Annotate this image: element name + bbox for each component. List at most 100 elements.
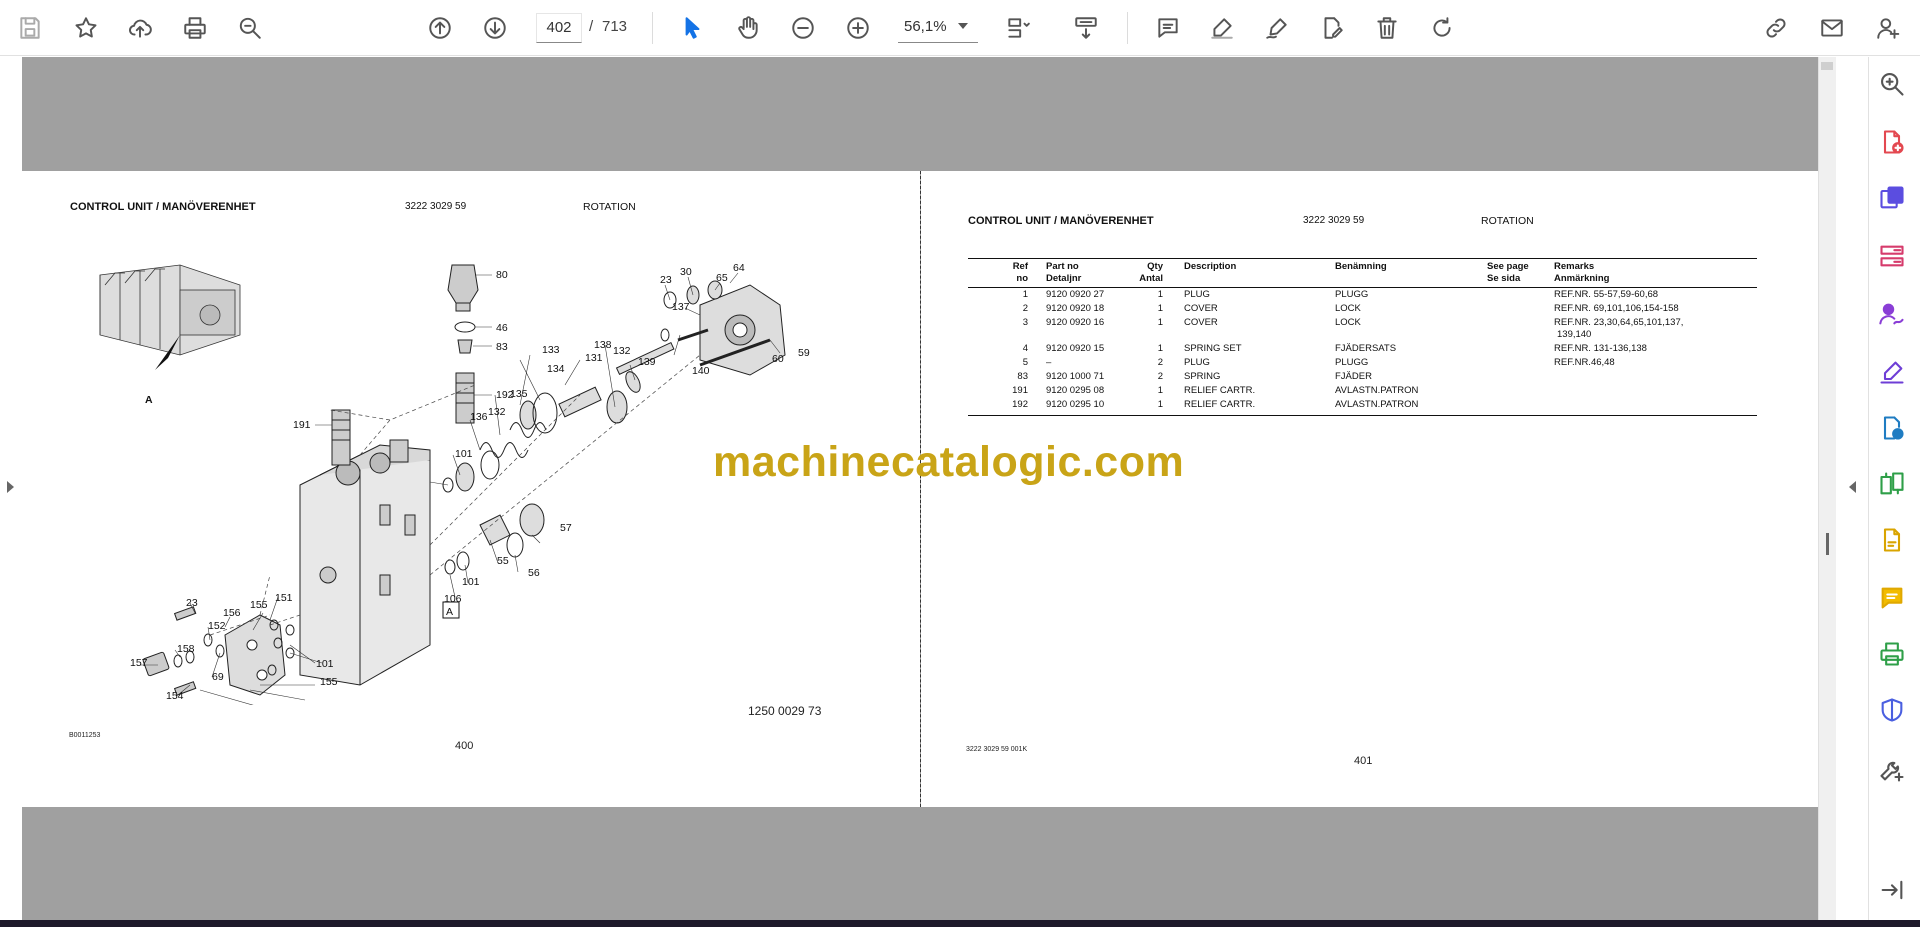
draw-icon[interactable]	[1259, 10, 1295, 46]
cell-desc: PLUG	[1184, 357, 1210, 368]
callout-label: 138	[594, 339, 612, 351]
fill-sign-icon[interactable]	[1874, 354, 1910, 390]
table-bottom-rule	[968, 415, 1757, 416]
organize-pages-icon[interactable]	[1874, 238, 1910, 274]
cell-rem: REF.NR. 23,30,64,65,101,137,	[1554, 317, 1684, 328]
callout-label: 155	[320, 676, 338, 688]
scroll-mode-icon[interactable]	[1068, 10, 1104, 46]
header-benamning: Benämning	[1335, 261, 1387, 272]
left-page-part-no: 3222 3029 59	[405, 201, 467, 212]
fit-page-icon[interactable]	[1000, 10, 1036, 46]
send-file-icon[interactable]	[1874, 410, 1910, 446]
left-page-number: 400	[455, 740, 474, 752]
callout-label: 139	[638, 356, 656, 368]
header-part-no: Part no Detaljnr	[1046, 261, 1082, 284]
save-icon[interactable]	[12, 10, 48, 46]
export-pdf-icon[interactable]	[1874, 180, 1910, 216]
table-row: 2 9120 0920 18 1 COVER LOCK REF.NR. 69,101,10…	[968, 302, 1757, 316]
valve-block	[299, 439, 431, 686]
rotate-icon[interactable]	[1424, 10, 1460, 46]
cell-rem: REF.NR. 55-57,59-60,68	[1554, 289, 1659, 300]
page-up-icon[interactable]	[422, 10, 458, 46]
chevron-down-icon[interactable]	[958, 23, 968, 29]
watermark: machinecatalogic.com	[713, 438, 1185, 486]
view-a-box-label: A	[446, 606, 453, 618]
header-see-page: See page Se sida	[1487, 261, 1529, 284]
zoom-search-icon[interactable]	[232, 10, 268, 46]
callout-label: 56	[528, 567, 540, 579]
taskbar-strip	[0, 920, 1920, 927]
cell-part: 9120 0295 08	[1046, 385, 1105, 396]
cell-ref: 191	[1012, 385, 1028, 396]
collapse-panel-icon[interactable]	[1874, 872, 1910, 908]
cell-qty: 1	[1157, 343, 1163, 354]
share-link-icon[interactable]	[1758, 10, 1794, 46]
cell-ben: PLUGG	[1335, 357, 1369, 368]
print-production-icon[interactable]	[1874, 636, 1910, 672]
panel-splitter[interactable]	[1826, 533, 1829, 555]
mail-icon[interactable]	[1814, 10, 1850, 46]
table-row: 191 9120 0295 08 1 RELIEF CARTR. AVLASTN.PAT…	[968, 384, 1757, 398]
callout-label: 64	[733, 262, 745, 274]
callout-label: 60	[772, 353, 784, 365]
callout-label: 59	[798, 347, 810, 359]
zoom-in-icon[interactable]	[840, 10, 876, 46]
add-user-icon[interactable]	[1870, 10, 1906, 46]
callout-label: 23	[186, 597, 198, 609]
more-tools-icon[interactable]	[1874, 752, 1910, 788]
callout-label: 69	[212, 671, 224, 683]
cell-part: 9120 0295 10	[1046, 399, 1105, 410]
request-signature-icon[interactable]	[1874, 296, 1910, 332]
zoom-out-icon[interactable]	[785, 10, 821, 46]
page-number-input[interactable]: 402	[536, 13, 582, 43]
protect-icon[interactable]	[1874, 692, 1910, 728]
highlight-icon[interactable]	[1204, 10, 1240, 46]
cell-ben: FJÄDERSATS	[1335, 343, 1397, 354]
callout-label: 151	[275, 592, 293, 604]
callout-label: 55	[497, 555, 509, 567]
cell-ben: FJÄDER	[1335, 371, 1372, 382]
cell-qty: 1	[1157, 385, 1163, 396]
scrollbar-thumb[interactable]	[1821, 62, 1833, 70]
cell-ben: PLUGG	[1335, 289, 1369, 300]
page-down-icon[interactable]	[477, 10, 513, 46]
edit-pdf-icon[interactable]	[1874, 522, 1910, 558]
cell-qty: 2	[1157, 357, 1163, 368]
left-page-title: CONTROL UNIT / MANÖVERENHET	[70, 201, 256, 213]
cell-desc: PLUG	[1184, 289, 1210, 300]
callout-label: 80	[496, 269, 508, 281]
hand-icon[interactable]	[730, 10, 766, 46]
print-icon[interactable]	[177, 10, 213, 46]
cell-rem: REF.NR.46,48	[1554, 357, 1615, 368]
vertical-scrollbar[interactable]	[1818, 57, 1836, 920]
select-arrow-icon[interactable]	[674, 10, 710, 46]
callout-label: 152	[208, 620, 226, 632]
create-pdf-icon[interactable]	[1874, 124, 1910, 160]
edit-pdf-icon[interactable]	[1314, 10, 1350, 46]
header-ref: Ref no	[1012, 261, 1028, 284]
comment-icon[interactable]	[1150, 10, 1186, 46]
header-remarks: Remarks Anmärkning	[1554, 261, 1610, 284]
delete-icon[interactable]	[1369, 10, 1405, 46]
callout-label: 155	[250, 599, 268, 611]
callout-label: 101	[455, 448, 473, 460]
expand-left-panel-icon[interactable]	[7, 481, 14, 493]
right-page-part-no: 3222 3029 59	[1303, 215, 1365, 226]
collapse-right-panel-icon[interactable]	[1849, 481, 1856, 493]
comment-icon[interactable]	[1874, 580, 1910, 616]
compare-icon[interactable]	[1874, 466, 1910, 502]
zoom-search-icon[interactable]	[1874, 66, 1910, 102]
cell-desc: COVER	[1184, 303, 1218, 314]
cell-rem-continued: 139,140	[1557, 329, 1592, 340]
view-label: A	[145, 394, 153, 406]
cell-desc: RELIEF CARTR.	[1184, 399, 1256, 410]
callout-label: 30	[680, 266, 692, 278]
cloud-upload-icon[interactable]	[122, 10, 158, 46]
cell-desc: COVER	[1184, 317, 1218, 328]
callout-label: 57	[560, 522, 572, 534]
table-row: 83 9120 1000 71 2 SPRING FJÄDER	[968, 370, 1757, 384]
right-page-title: CONTROL UNIT / MANÖVERENHET	[968, 215, 1154, 227]
cell-rem: REF.NR. 69,101,106,154-158	[1554, 303, 1679, 314]
star-icon[interactable]	[68, 10, 104, 46]
callout-label: 140	[692, 365, 710, 377]
